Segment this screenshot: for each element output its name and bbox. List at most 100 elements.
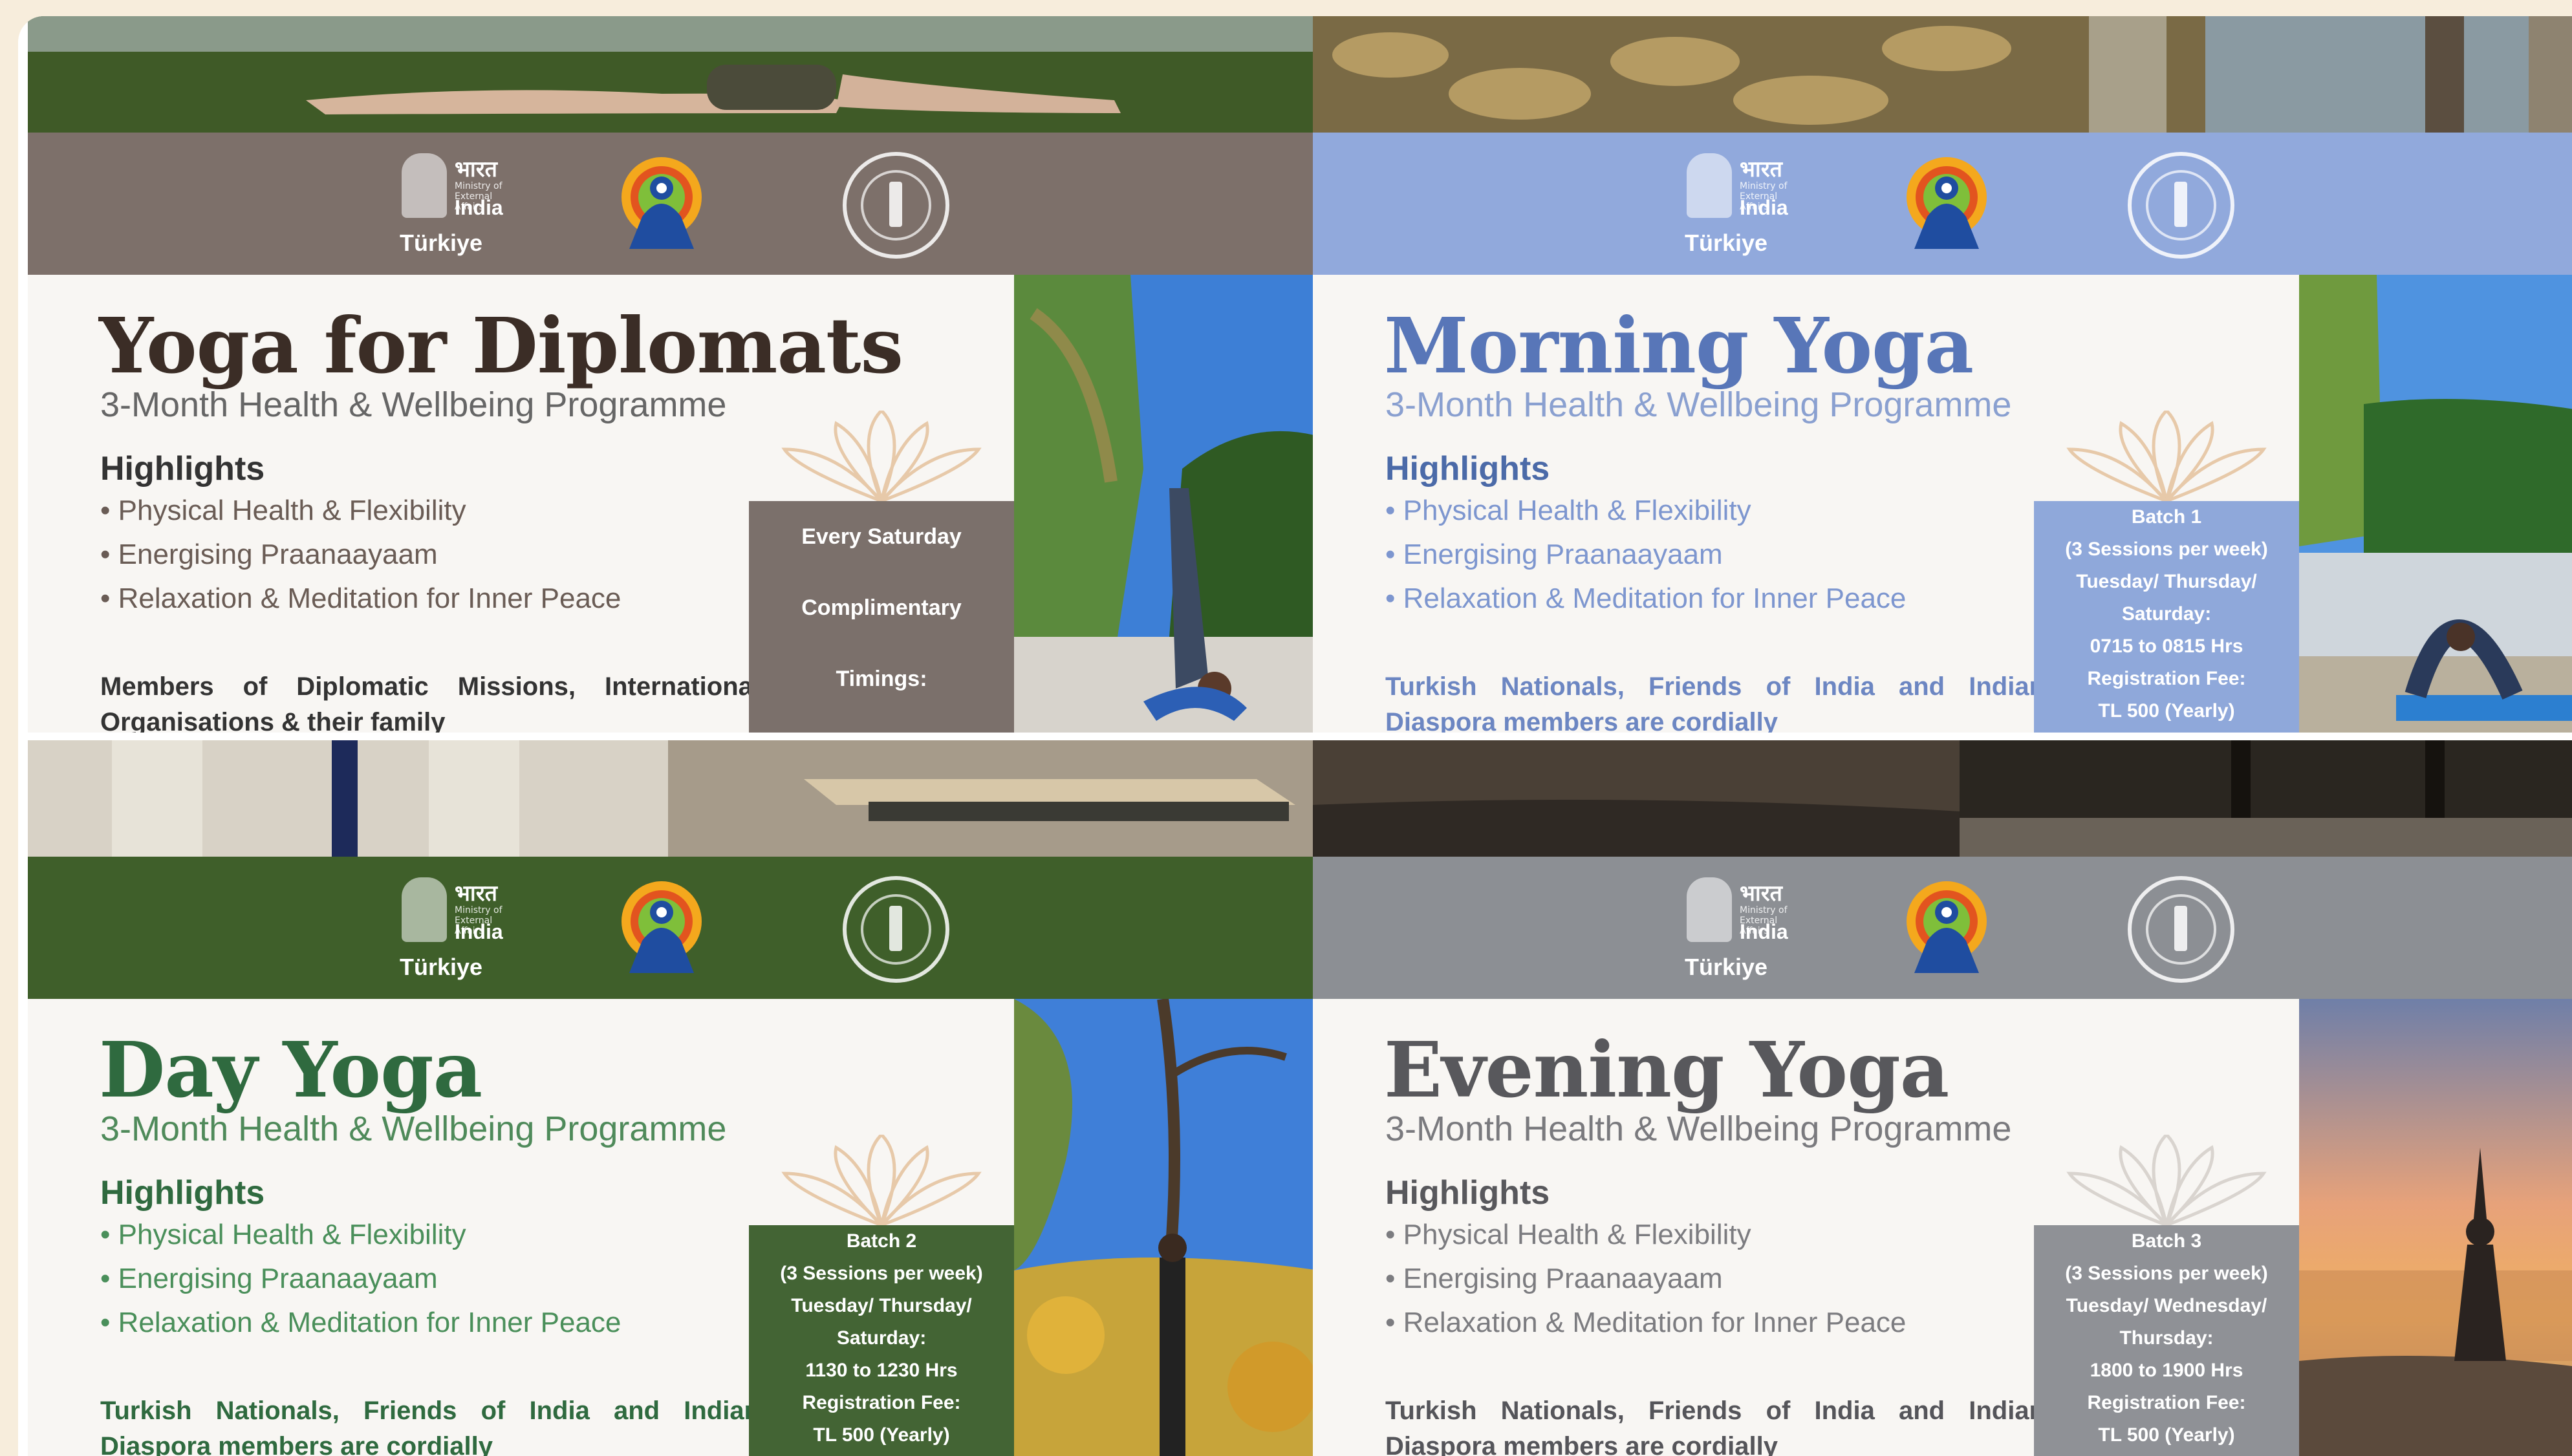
ministry-hindi-text: भारत xyxy=(1740,881,1782,906)
highlights-heading: Highlights xyxy=(1385,450,1550,487)
poster-morning-yoga: भारत Ministry of External Affairs India … xyxy=(1313,16,2572,733)
highlights-list: • Physical Health & Flexibility • Energi… xyxy=(100,495,621,626)
poster-title: Day Yoga xyxy=(99,1025,482,1115)
highlight-item: • Physical Health & Flexibility xyxy=(100,495,466,526)
international-yoga-day-logo-icon xyxy=(1907,157,1987,249)
poster-collage: भारत Ministry of External Affairs India … xyxy=(18,16,2572,1456)
institution-seal-icon xyxy=(843,152,949,259)
schedule-line: Every Saturday xyxy=(801,524,962,549)
national-emblem-icon xyxy=(1687,153,1732,218)
poster-yoga-for-diplomats: भारत Ministry of External Affairs India … xyxy=(28,16,1319,733)
schedule-line: TL 500 (Yearly) xyxy=(2098,700,2235,722)
ministry-hindi-text: भारत xyxy=(1740,157,1782,182)
institution-seal-icon xyxy=(2128,876,2234,983)
ministry-logo: भारत Ministry of External Affairs India … xyxy=(1675,870,1804,986)
highlight-item: • Energising Praanaayaam xyxy=(1385,539,1723,570)
poster-subtitle: 3-Month Health & Wellbeing Programme xyxy=(1385,1109,2012,1148)
schedule-line: Timings: xyxy=(836,667,927,691)
partner-logos: भारत Ministry of External Affairs India … xyxy=(1675,870,2257,986)
poster-content: Morning Yoga 3-Month Health & Wellbeing … xyxy=(1313,275,2299,733)
poster-day-yoga: भारत Ministry of External Affairs India … xyxy=(28,740,1319,1456)
schedule-line: Complimentary xyxy=(801,595,962,620)
lotus-decoration-icon xyxy=(2066,1135,2267,1225)
highlights-heading: Highlights xyxy=(100,450,265,487)
highlights-heading: Highlights xyxy=(1385,1174,1550,1212)
schedule-line: Tuesday/ Thursday/ xyxy=(2076,571,2257,592)
top-photo-stone-path xyxy=(1313,16,2572,133)
schedule-line: Tuesday/ Thursday/ xyxy=(791,1295,972,1316)
poster-content: Yoga for Diplomats 3-Month Health & Well… xyxy=(28,275,1014,733)
schedule-line: Saturday: xyxy=(836,1327,927,1349)
schedule-line: Tuesday/ Wednesday/ xyxy=(2066,1295,2267,1316)
schedule-line: Thursday: xyxy=(2119,1327,2214,1349)
schedule-line: Registration Fee: xyxy=(2087,668,2246,689)
schedule-line: 1800 to 1900 Hrs xyxy=(2090,1360,2243,1381)
poster-title: Morning Yoga xyxy=(1384,301,1974,391)
highlight-item: • Energising Praanaayaam xyxy=(1385,1263,1723,1294)
schedule-box: Batch 1 (3 Sessions per week) Tuesday/ T… xyxy=(2034,501,2299,733)
highlight-item: • Energising Praanaayaam xyxy=(100,539,438,570)
logo-band: भारत Ministry of External Affairs India … xyxy=(1313,857,2572,999)
top-photo-dark-pond xyxy=(1313,740,2572,857)
schedule-line: TL 500 (Yearly) xyxy=(813,1424,950,1446)
ministry-logo: भारत Ministry of External Affairs India … xyxy=(390,145,519,262)
schedule-line: (3 Sessions per week) xyxy=(780,1263,983,1284)
audience-text: Turkish Nationals, Friends of India and … xyxy=(100,1397,760,1456)
ministry-india-text: India xyxy=(455,196,503,219)
top-photo-lawn-stretch xyxy=(28,16,1319,133)
schedule-line: Saturday: xyxy=(2121,603,2212,625)
ministry-india-text: India xyxy=(455,920,503,943)
poster-content: Day Yoga 3-Month Health & Wellbeing Prog… xyxy=(28,999,1014,1456)
highlight-item: • Energising Praanaayaam xyxy=(100,1263,438,1294)
national-emblem-icon xyxy=(402,877,447,942)
partner-logos: भारत Ministry of External Affairs India … xyxy=(390,145,972,262)
schedule-line: Registration Fee: xyxy=(802,1392,961,1413)
ministry-hindi-text: भारत xyxy=(455,881,497,906)
logo-band: भारत Ministry of External Affairs India … xyxy=(28,857,1319,999)
poster-subtitle: 3-Month Health & Wellbeing Programme xyxy=(100,1109,727,1148)
schedule-line: (3 Sessions per week) xyxy=(2065,1263,2268,1284)
national-emblem-icon xyxy=(402,153,447,218)
highlight-item: • Relaxation & Meditation for Inner Peac… xyxy=(100,583,621,614)
audience-text: Turkish Nationals, Friends of India and … xyxy=(1385,1397,2045,1456)
logo-band: भारत Ministry of External Affairs India … xyxy=(28,133,1319,275)
institution-seal-icon xyxy=(2128,152,2234,259)
ministry-country-text: Türkiye xyxy=(400,954,483,980)
highlight-item: • Physical Health & Flexibility xyxy=(1385,1219,1751,1250)
highlight-item: • Relaxation & Meditation for Inner Peac… xyxy=(1385,583,1907,614)
schedule-box: Batch 2 (3 Sessions per week) Tuesday/ T… xyxy=(749,1225,1014,1456)
partner-logos: भारत Ministry of External Affairs India … xyxy=(1675,145,2257,262)
poster-title: Evening Yoga xyxy=(1384,1025,1949,1115)
schedule-line: 1130 to 1230 Hrs xyxy=(805,1360,958,1381)
poster-content: Evening Yoga 3-Month Health & Wellbeing … xyxy=(1313,999,2299,1456)
logo-band: भारत Ministry of External Affairs India … xyxy=(1313,133,2572,275)
lotus-decoration-icon xyxy=(781,1135,982,1225)
poster-title: Yoga for Diplomats xyxy=(99,301,903,391)
ministry-logo: भारत Ministry of External Affairs India … xyxy=(1675,145,1804,262)
highlights-list: • Physical Health & Flexibility • Energi… xyxy=(100,1219,621,1351)
ministry-logo: भारत Ministry of External Affairs India … xyxy=(390,870,519,986)
international-yoga-day-logo-icon xyxy=(621,157,702,249)
highlights-list: • Physical Health & Flexibility • Energi… xyxy=(1385,1219,1906,1351)
schedule-line: 0715 to 0815 Hrs xyxy=(2090,636,2243,657)
highlights-list: • Physical Health & Flexibility • Energi… xyxy=(1385,495,1906,626)
schedule-line: Batch 2 xyxy=(846,1230,917,1252)
schedule-line: TL 500 (Yearly) xyxy=(2098,1424,2235,1446)
ministry-india-text: India xyxy=(1740,196,1788,219)
poster-subtitle: 3-Month Health & Wellbeing Programme xyxy=(1385,385,2012,424)
side-photo-sunset-meditation xyxy=(2299,999,2572,1456)
institution-seal-icon xyxy=(843,876,949,983)
side-photo-yoga-pose xyxy=(1014,275,1319,733)
lotus-decoration-icon xyxy=(2066,411,2267,501)
schedule-box: Every Saturday Complimentary Timings: xyxy=(749,501,1014,733)
side-photo-wheel-pose xyxy=(2299,275,2572,733)
ministry-country-text: Türkiye xyxy=(400,230,483,256)
ministry-hindi-text: भारत xyxy=(455,157,497,182)
highlight-item: • Relaxation & Meditation for Inner Peac… xyxy=(100,1307,621,1338)
international-yoga-day-logo-icon xyxy=(621,881,702,973)
lotus-decoration-icon xyxy=(781,411,982,501)
highlight-item: • Physical Health & Flexibility xyxy=(1385,495,1751,526)
audience-text: Turkish Nationals, Friends of India and … xyxy=(1385,672,2045,733)
audience-text: Members of Diplomatic Missions, Internat… xyxy=(100,672,760,733)
highlight-item: • Physical Health & Flexibility xyxy=(100,1219,466,1250)
